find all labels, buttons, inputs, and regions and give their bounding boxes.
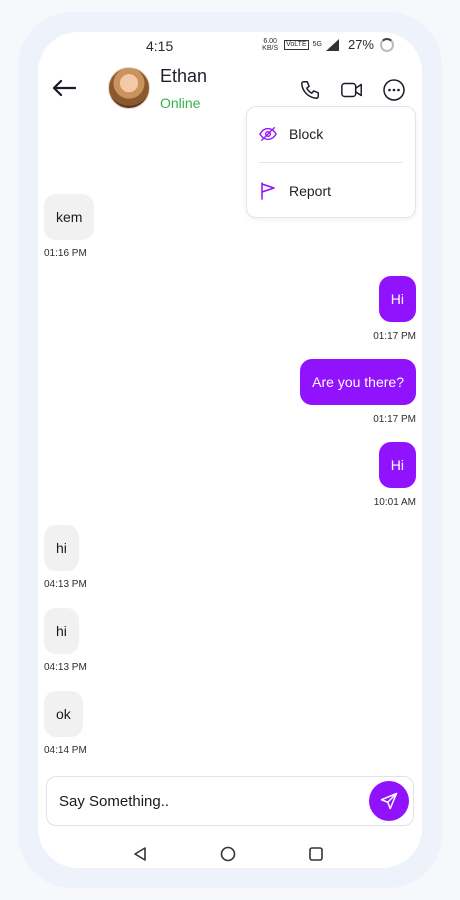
more-horizontal-icon xyxy=(383,79,405,101)
message-item: Hi xyxy=(378,276,416,322)
battery-percent: 27% xyxy=(347,37,374,52)
eye-off-icon xyxy=(259,125,277,143)
nav-recents-button[interactable] xyxy=(306,844,326,864)
message-item: Are you there? xyxy=(300,359,416,405)
message-item: hi xyxy=(44,525,79,571)
message-time: 04:13 PM xyxy=(44,662,87,673)
message-item: kem xyxy=(44,194,95,240)
send-button[interactable] xyxy=(369,781,409,821)
circle-home-icon xyxy=(220,846,236,862)
video-camera-icon xyxy=(341,82,362,98)
message-item: hi xyxy=(44,608,79,654)
menu-item-label: Report xyxy=(289,183,332,199)
avatar[interactable] xyxy=(108,67,150,109)
system-nav-bar xyxy=(38,840,422,868)
contact-name: Ethan xyxy=(160,66,208,86)
phone-icon xyxy=(301,81,319,99)
battery-icon xyxy=(380,37,394,52)
network-speed-value: 6.00 xyxy=(263,37,277,45)
menu-divider xyxy=(259,162,403,163)
message-time: 01:17 PM xyxy=(373,331,416,342)
message-bubble-incoming[interactable]: hi xyxy=(44,525,79,571)
message-item: ok xyxy=(44,691,83,737)
square-recents-icon xyxy=(309,847,323,861)
nav-back-button[interactable] xyxy=(130,844,150,864)
message-time: 01:17 PM xyxy=(373,414,416,425)
network-speed-unit: KB/S xyxy=(262,44,279,52)
status-time: 4:15 xyxy=(146,38,174,54)
network-type: 5G xyxy=(312,41,322,48)
more-options-button[interactable] xyxy=(380,76,408,104)
message-bubble-incoming[interactable]: ok xyxy=(44,691,83,737)
back-button[interactable] xyxy=(50,74,78,102)
menu-item-label: Block xyxy=(289,126,324,142)
message-time: 04:13 PM xyxy=(44,579,87,590)
status-bar: 4:15 6.00 KB/S VoLTE 5G 27% xyxy=(38,32,422,60)
message-input[interactable] xyxy=(59,777,359,825)
message-time: 10:01 AM xyxy=(373,497,416,508)
message-bubble-incoming[interactable]: kem xyxy=(44,194,95,240)
chat-screen: 4:15 6.00 KB/S VoLTE 5G 27% Ethan Online xyxy=(38,32,422,868)
contact-status: Online xyxy=(160,95,201,111)
status-indicators: 6.00 KB/S VoLTE 5G 27% xyxy=(262,37,394,52)
call-button[interactable] xyxy=(296,76,324,104)
flag-icon xyxy=(259,182,277,200)
menu-item-report[interactable]: Report xyxy=(247,169,415,213)
options-menu: Block Report xyxy=(246,106,416,218)
message-composer xyxy=(46,776,414,826)
arrow-left-icon xyxy=(52,79,76,97)
network-speed: 6.00 KB/S xyxy=(262,38,278,52)
triangle-back-icon xyxy=(134,847,146,861)
video-call-button[interactable] xyxy=(338,76,366,104)
signal-icon xyxy=(325,38,339,51)
message-bubble-incoming[interactable]: hi xyxy=(44,608,79,654)
message-bubble-outgoing[interactable]: Hi xyxy=(378,276,416,322)
send-icon xyxy=(380,792,398,810)
message-bubble-outgoing[interactable]: Are you there? xyxy=(300,359,416,405)
message-bubble-outgoing[interactable]: Hi xyxy=(378,442,416,488)
menu-item-block[interactable]: Block xyxy=(247,112,415,156)
volte-icon: VoLTE xyxy=(284,39,309,50)
message-time: 04:14 PM xyxy=(44,745,87,756)
message-time: 01:16 PM xyxy=(44,248,87,259)
nav-home-button[interactable] xyxy=(218,844,238,864)
message-item: Hi xyxy=(378,442,416,488)
